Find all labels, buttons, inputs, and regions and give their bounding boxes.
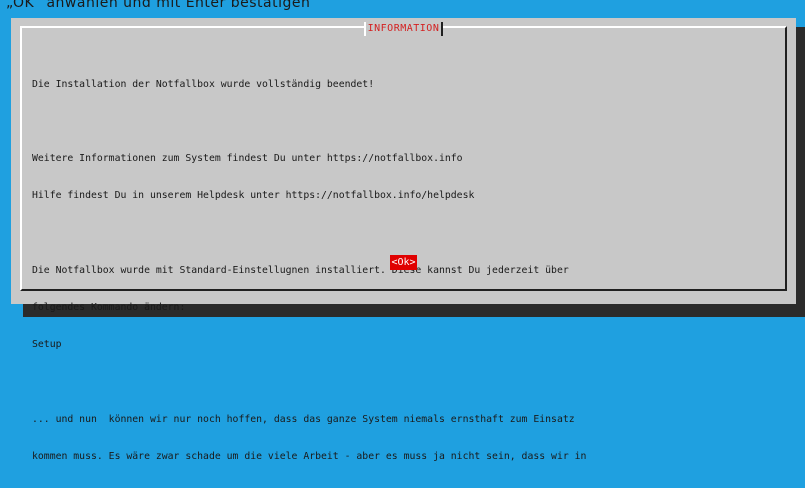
- information-dialog: INFORMATION Die Installation der Notfall…: [11, 18, 796, 462]
- dialog-title: INFORMATION: [363, 19, 444, 39]
- page-caption: „OK“ anwählen und mit Enter bestätigen: [6, 0, 311, 11]
- message-line: kommen muss. Es wäre zwar schade um die …: [32, 451, 587, 462]
- ok-button[interactable]: <Ok>: [390, 255, 417, 270]
- message-line: Hilfe findest Du in unserem Helpdesk unt…: [32, 190, 475, 202]
- message-line: [32, 228, 773, 240]
- message-line: Die Installation der Notfallbox wurde vo…: [32, 78, 375, 90]
- message-line: ... und nun können wir nur noch hoffen, …: [32, 413, 575, 425]
- message-line: Weitere Informationen zum System findest…: [32, 153, 463, 165]
- dialog-message: Die Installation der Notfallbox wurde vo…: [32, 54, 773, 488]
- message-line: [32, 116, 773, 128]
- message-line: folgendes Kommando ändern:: [32, 302, 186, 314]
- button-row: <Ok>: [22, 250, 785, 270]
- dialog-frame: INFORMATION Die Installation der Notfall…: [20, 19, 787, 462]
- message-line: [32, 377, 773, 389]
- message-line: Setup: [32, 339, 62, 351]
